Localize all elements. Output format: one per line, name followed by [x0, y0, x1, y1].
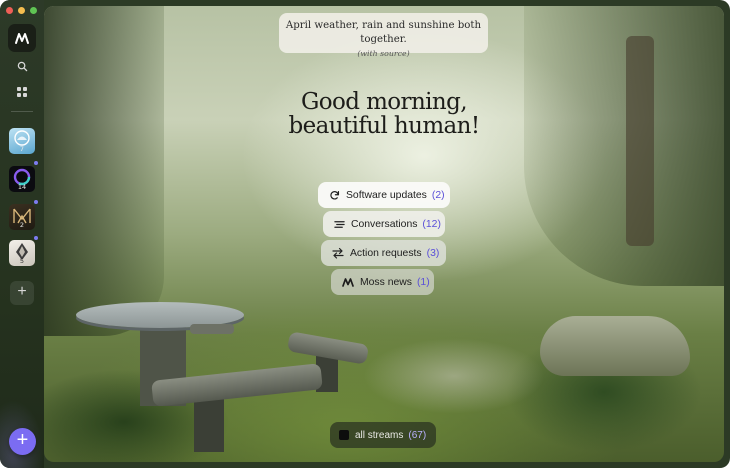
- greeting-heading: Good morning, beautiful human!: [244, 90, 524, 138]
- stream-count: (1): [416, 276, 430, 288]
- stream-software-updates[interactable]: Software updates (2): [318, 182, 450, 208]
- app-badge-count: 5: [19, 257, 25, 265]
- sidebar-divider: [11, 111, 33, 112]
- grid-icon: [17, 87, 27, 97]
- stream-label: Software updates: [346, 189, 427, 201]
- maximize-window-button[interactable]: [30, 7, 37, 14]
- sidebar-app-1[interactable]: 7: [9, 128, 35, 154]
- all-streams-count: (67): [408, 429, 427, 441]
- main-canvas: April weather, rain and sunshine both to…: [44, 6, 724, 462]
- all-streams-button[interactable]: all streams (67): [330, 422, 436, 448]
- stream-label: Conversations: [351, 218, 418, 230]
- stream-moss-news[interactable]: Moss news (1): [331, 269, 434, 295]
- stream-count: (3): [426, 247, 440, 259]
- refresh-icon: [329, 189, 340, 202]
- lines-icon: [334, 218, 345, 231]
- quote-text: April weather, rain and sunshine both to…: [285, 20, 482, 45]
- stream-count: (12): [422, 218, 441, 230]
- stream-conversations[interactable]: Conversations (12): [323, 211, 445, 237]
- stream-action-requests[interactable]: Action requests (3): [321, 240, 446, 266]
- sidebar-app-2[interactable]: 14: [9, 166, 35, 192]
- sidebar-app-4[interactable]: 5: [9, 240, 35, 266]
- all-streams-label: all streams: [355, 429, 404, 441]
- close-window-button[interactable]: [6, 7, 13, 14]
- stream-count: (2): [431, 189, 445, 201]
- background-scenery: [190, 324, 234, 334]
- create-new-button[interactable]: +: [9, 428, 36, 455]
- add-app-button[interactable]: +: [10, 281, 34, 305]
- stream-label: Action requests: [350, 247, 422, 259]
- search-button[interactable]: [14, 58, 30, 74]
- apps-grid-button[interactable]: [14, 84, 30, 100]
- app-badge-count: 14: [17, 183, 27, 191]
- background-scenery: [44, 6, 164, 336]
- sidebar-app-3[interactable]: 2: [9, 204, 35, 230]
- minimize-window-button[interactable]: [18, 7, 25, 14]
- greeting-line-1: Good morning,: [301, 89, 468, 115]
- swap-arrows-icon: [332, 247, 344, 260]
- home-logo-button[interactable]: [8, 24, 36, 52]
- app-window: 7 14 2 5 + + April weather, rain and sun…: [0, 0, 730, 468]
- app-badge-count: 2: [19, 221, 25, 229]
- search-icon: [17, 61, 27, 71]
- square-icon: [339, 430, 349, 440]
- unread-dot: [34, 161, 38, 165]
- background-scenery: [626, 36, 654, 246]
- moss-logo-icon: [342, 276, 354, 289]
- quote-card[interactable]: April weather, rain and sunshine both to…: [279, 13, 488, 58]
- greeting-line-2: beautiful human!: [288, 113, 480, 139]
- stream-label: Moss news: [360, 276, 412, 288]
- window-controls: [6, 7, 37, 14]
- background-scenery: [540, 316, 690, 376]
- background-scenery: [524, 6, 724, 286]
- quote-source: (with source): [357, 49, 410, 58]
- moss-logo-icon: [15, 33, 29, 44]
- sidebar: 7 14 2 5 + +: [0, 0, 44, 468]
- app-badge-count: 7: [19, 145, 25, 153]
